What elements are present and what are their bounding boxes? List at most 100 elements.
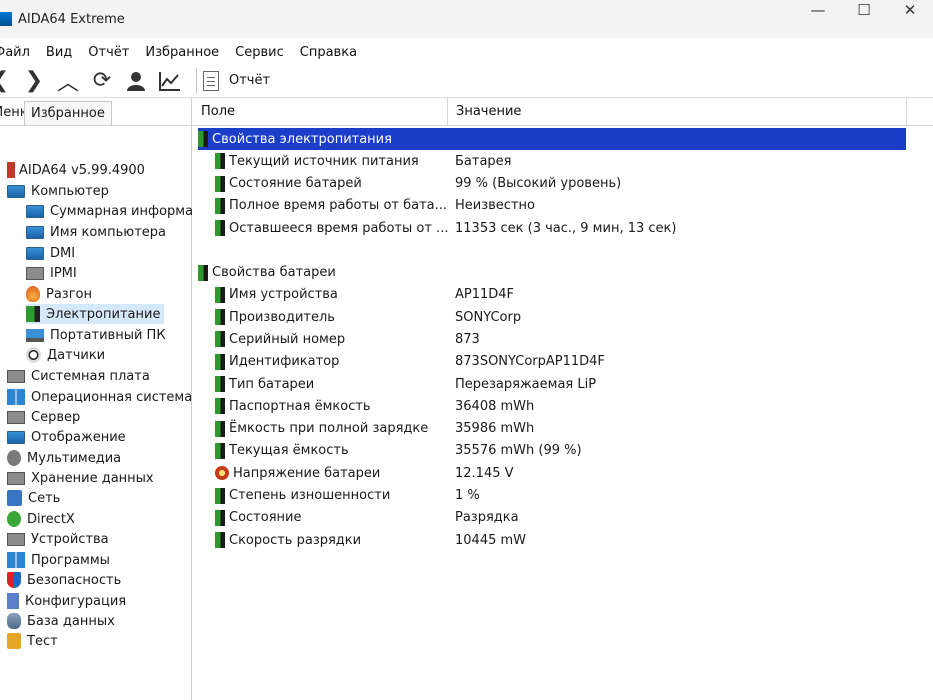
section-header[interactable]: Свойства батареи [198,262,906,284]
tree-item[interactable]: Безопасность [7,570,121,590]
tree-item[interactable]: Устройства [7,529,109,549]
property-field-label: Тип батареи [229,376,315,392]
minimize-button[interactable]: — [795,0,841,20]
tree-item-label: Конфигурация [25,593,127,609]
toolbar-separator [196,67,197,94]
column-field[interactable]: Поле [201,104,235,119]
property-row[interactable]: Имя устройства AP11D4F [193,284,906,306]
voltage-icon [215,466,229,481]
property-field-label: Идентификатор [229,354,340,370]
tree-item[interactable]: Программы [7,550,110,570]
tab-favorites[interactable]: Избранное [24,101,112,125]
close-button[interactable]: ✕ [887,0,933,20]
property-row[interactable]: Полное время работы от бата... Неизвестно [193,195,906,217]
column-header: Поле Значение [193,98,933,126]
battery-icon [198,131,208,147]
tree-item[interactable]: Конфигурация [7,591,126,611]
property-value: 99 % (Высокий уровень) [455,176,622,192]
property-row[interactable]: Текущая ёмкость 35576 mWh (99 %) [193,440,906,462]
property-value: Батарея [455,153,512,169]
tree-item[interactable]: IPMI [26,263,77,283]
menu-file[interactable]: Файл [0,45,30,60]
menu-bar: Файл Вид Отчёт Избранное Сервис Справка [0,40,933,64]
toolbar: ❮ ❯ ︿ ⟳ Отчёт [0,64,933,98]
chart-icon[interactable] [156,67,184,95]
tab-menu[interactable]: Меню [0,101,31,125]
tree-item[interactable]: Имя компьютера [26,222,166,242]
menu-help[interactable]: Справка [300,45,357,60]
property-row[interactable]: Состояние Разрядка [193,507,906,529]
tree-item-label: Безопасность [27,572,122,588]
menu-service[interactable]: Сервис [235,45,284,60]
tree-item[interactable]: Сеть [7,488,60,508]
tree-item[interactable]: Разгон [26,284,92,304]
property-row[interactable]: Серийный номер 873 [193,328,906,350]
tree-item[interactable]: Электропитание [26,304,165,324]
property-value: 12.145 V [455,465,514,481]
property-row[interactable]: Тип батареи Перезаряжаемая LiP [193,373,906,395]
column-divider[interactable] [447,98,448,126]
property-row[interactable]: Скорость разрядки 10445 mW [193,529,906,551]
up-icon[interactable]: ︿ [54,67,82,96]
property-row[interactable]: Состояние батарей 99 % (Высокий уровень) [193,173,906,195]
property-field-label: Текущий источник питания [229,153,419,169]
property-value: 35576 mWh (99 %) [455,443,582,459]
property-value: 10445 mW [455,532,527,548]
forward-icon[interactable]: ❯ [20,67,48,95]
tree-item[interactable]: DirectX [7,509,75,529]
tree-item-label: Имя компьютера [50,224,166,240]
tree-item-label: Разгон [46,286,93,302]
header-divider [906,98,907,126]
property-field: Степень изношенности [215,487,391,504]
tree-item[interactable]: Тест [7,631,58,651]
battery-icon [26,306,40,322]
tree-item[interactable]: Отображение [7,427,126,447]
property-value: Неизвестно [455,198,535,214]
report-icon [203,70,219,91]
tree-item[interactable]: Хранение данных [7,468,154,488]
menu-view[interactable]: Вид [46,45,72,60]
report-button[interactable]: Отчёт [203,70,270,91]
tree-item[interactable]: Компьютер [7,181,109,201]
property-field: Серийный номер [215,331,345,348]
property-field: Оставшееся время работы от ... [215,220,448,237]
property-field: Ёмкость при полной зарядке [215,420,428,437]
property-field-label: Полное время работы от бата... [229,198,448,214]
property-value: Разрядка [455,510,519,526]
tree-item-label: Устройства [31,531,109,547]
tree-item[interactable]: Операционная система [7,387,192,407]
property-row[interactable]: Напряжение батареи 12.145 V [193,462,906,484]
column-value[interactable]: Значение [456,104,521,119]
property-row[interactable]: Оставшееся время работы от ... 11353 сек … [193,217,906,239]
refresh-icon[interactable]: ⟳ [88,67,116,95]
tree-item-label: AIDA64 v5.99.4900 [19,162,145,178]
battery-icon [215,442,225,459]
tree-item[interactable]: AIDA64 v5.99.4900 [7,160,145,180]
property-row[interactable]: Производитель SONYCorp [193,306,906,328]
menu-favorites[interactable]: Избранное [145,45,219,60]
tree-item[interactable]: Суммарная информация [26,201,218,221]
property-row[interactable]: Идентификатор 873SONYCorpAP11D4F [193,351,906,373]
user-icon[interactable] [122,67,150,95]
menu-report[interactable]: Отчёт [88,45,129,60]
aida-icon [7,162,15,178]
tree-item[interactable]: Датчики [26,345,105,365]
tree-item[interactable]: Сервер [7,407,80,427]
tree-item-label: DirectX [27,511,75,527]
section-header[interactable]: Свойства электропитания [198,128,906,150]
property-row[interactable]: Степень изношенности 1 % [193,485,906,507]
tree-item[interactable]: DMI [26,243,75,263]
tree-item[interactable]: База данных [7,611,115,631]
property-row[interactable]: Паспортная ёмкость 36408 mWh [193,395,906,417]
property-row[interactable]: Ёмкость при полной зарядке 35986 mWh [193,418,906,440]
tree-item[interactable]: Портативный ПК [26,325,166,345]
devices-icon [7,532,25,546]
maximize-button[interactable]: ☐ [841,0,887,20]
tree-item-label: Тест [27,633,58,649]
battery-icon [215,175,225,192]
back-icon[interactable]: ❮ [0,67,14,95]
property-field-label: Степень изношенности [229,488,391,503]
property-row[interactable]: Текущий источник питания Батарея [193,150,906,172]
tree-item[interactable]: Системная плата [7,366,150,386]
tree-item[interactable]: Мультимедиа [7,448,121,468]
